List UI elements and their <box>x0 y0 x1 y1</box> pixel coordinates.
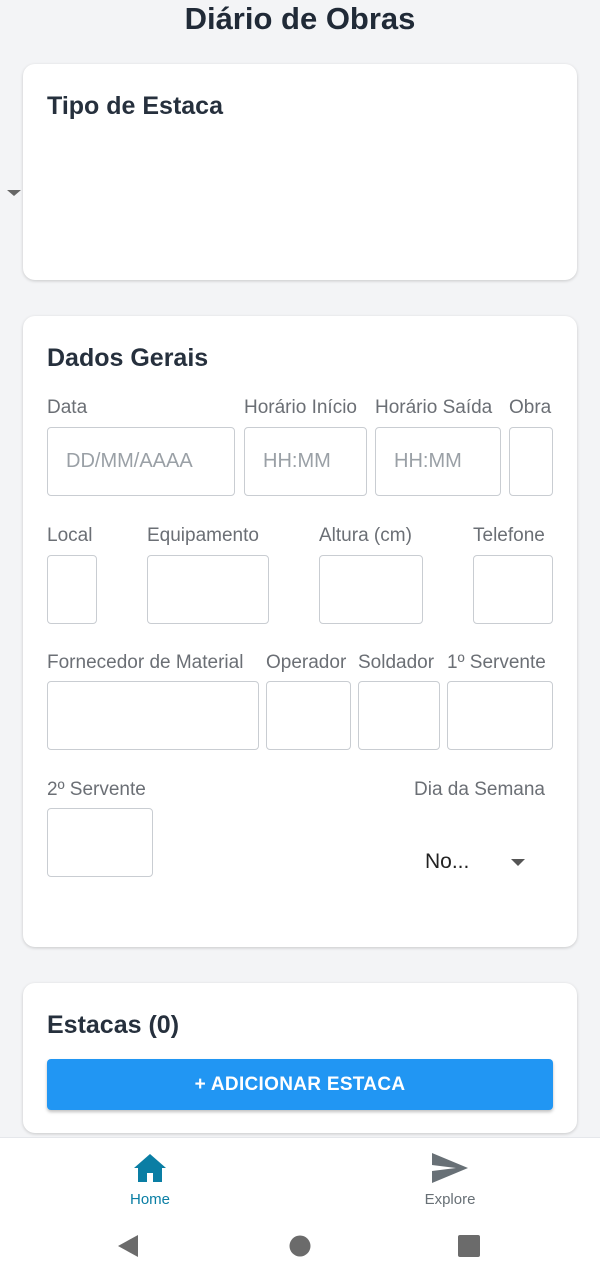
telefone-label: Telefone <box>473 525 545 546</box>
fornecedor-field[interactable] <box>47 681 259 750</box>
obra-field[interactable] <box>509 427 553 496</box>
servente2-label: 2º Servente <box>47 779 146 800</box>
obra-label: Obra <box>509 397 552 418</box>
recents-icon[interactable] <box>457 1234 481 1258</box>
dados-gerais-card: Dados Gerais Data Horário Início Horário… <box>23 316 577 947</box>
nav-item-explore[interactable]: Explore <box>300 1138 600 1218</box>
add-estaca-button[interactable]: + ADICIONAR ESTACA <box>47 1059 553 1110</box>
tipo-estaca-card: Tipo de Estaca <box>23 64 577 280</box>
send-icon <box>432 1153 468 1183</box>
estacas-card: Estacas (0) + ADICIONAR ESTACA <box>23 983 577 1133</box>
altura-label: Altura (cm) <box>319 525 412 546</box>
equipamento-field[interactable] <box>147 555 269 624</box>
dia-semana-value: No... <box>425 850 470 873</box>
horario-saida-label: Horário Saída <box>375 397 493 418</box>
data-field[interactable] <box>47 427 235 496</box>
dados-gerais-title: Dados Gerais <box>47 344 209 372</box>
estacas-title: Estacas (0) <box>47 1011 180 1039</box>
dia-semana-dropdown-icon <box>511 859 525 866</box>
soldador-field[interactable] <box>358 681 440 750</box>
fornecedor-label: Fornecedor de Material <box>47 652 244 673</box>
dia-semana-label: Dia da Semana <box>414 779 545 800</box>
operador-label: Operador <box>266 652 347 673</box>
horario-inicio-field[interactable] <box>244 427 367 496</box>
system-nav-bar <box>0 1217 600 1280</box>
equipamento-input[interactable] <box>148 556 268 623</box>
telefone-input[interactable] <box>474 556 552 623</box>
local-label: Local <box>47 525 93 546</box>
servente1-label: 1º Servente <box>447 652 546 673</box>
servente2-field[interactable] <box>47 808 153 877</box>
dia-semana-select[interactable]: No... <box>413 838 553 886</box>
bottom-nav: Home Explore <box>0 1137 600 1218</box>
servente2-input[interactable] <box>48 809 152 876</box>
data-input[interactable] <box>48 428 234 495</box>
telefone-field[interactable] <box>473 555 553 624</box>
altura-input[interactable] <box>320 556 422 623</box>
obra-input[interactable] <box>510 428 552 495</box>
nav-label-explore: Explore <box>424 1191 476 1208</box>
operador-field[interactable] <box>266 681 351 750</box>
home-icon <box>134 1154 166 1182</box>
soldador-label: Soldador <box>358 652 435 673</box>
soldador-input[interactable] <box>359 682 439 749</box>
nav-item-home[interactable]: Home <box>0 1138 300 1218</box>
altura-field[interactable] <box>319 555 423 624</box>
back-icon[interactable] <box>116 1233 140 1259</box>
home-circle-icon[interactable] <box>288 1234 312 1258</box>
horario-saida-field[interactable] <box>375 427 501 496</box>
servente1-field[interactable] <box>447 681 553 750</box>
page-title: Diário de Obras <box>184 1 416 36</box>
local-field[interactable] <box>47 555 97 624</box>
horario-saida-input[interactable] <box>376 428 500 495</box>
data-label: Data <box>47 397 88 418</box>
fornecedor-input[interactable] <box>48 682 258 749</box>
equipamento-label: Equipamento <box>147 525 259 546</box>
nav-label-home: Home <box>129 1191 170 1208</box>
servente1-input[interactable] <box>448 682 552 749</box>
horario-inicio-input[interactable] <box>245 428 366 495</box>
operador-input[interactable] <box>267 682 350 749</box>
tipo-estaca-title: Tipo de Estaca <box>47 92 223 120</box>
local-input[interactable] <box>48 556 96 623</box>
horario-inicio-label: Horário Início <box>244 397 357 418</box>
tipo-estaca-dropdown-icon[interactable] <box>7 190 21 196</box>
